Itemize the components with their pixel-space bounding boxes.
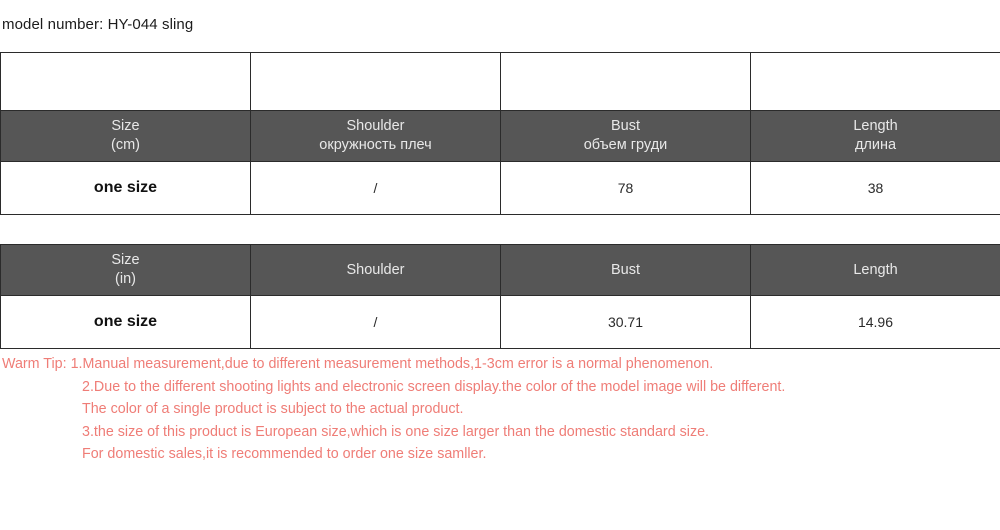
column-header-sub: (cm) (111, 137, 140, 153)
column-header-bust: Bust (500, 244, 751, 296)
column-header-main: Bust (610, 118, 640, 134)
column-header-length: Length (750, 244, 1000, 296)
warm-tip-line-4: 3.the size of this product is European s… (2, 421, 992, 444)
column-header-main: Size (111, 252, 140, 268)
cell-bust: 78 (500, 161, 751, 215)
model-number-label: model number: HY-044 sling (2, 16, 194, 33)
cell-shoulder: / (250, 161, 501, 215)
size-table-in: Size (in) Shoulder Bust Length one size … (0, 244, 1000, 349)
table-header-row: Size (in) Shoulder Bust Length (0, 244, 1000, 296)
size-chart-page: model number: HY-044 sling Size (cm) Sho… (0, 0, 1000, 530)
column-header-size: Size (cm) (0, 110, 251, 162)
size-table-cm: Size (cm) Shoulder окружность плеч Bust … (0, 52, 1000, 215)
blank-cell (500, 52, 751, 111)
warm-tip-block: Warm Tip: 1.Manual measurement,due to di… (2, 353, 992, 466)
column-header-sub: длина (854, 137, 897, 153)
warm-tip-line-3: The color of a single product is subject… (2, 398, 992, 421)
blank-cell (750, 52, 1000, 111)
column-header-main: Length (853, 118, 898, 134)
table-row: one size / 78 38 (0, 161, 1000, 215)
warm-tip-text: For domestic sales,it is recommended to … (82, 446, 487, 462)
warm-tip-line-5: For domestic sales,it is recommended to … (2, 443, 992, 466)
column-header-shoulder: Shoulder (250, 244, 501, 296)
column-header-sub: окружность плеч (319, 137, 432, 153)
blank-cell (250, 52, 501, 111)
table-header-row: Size (cm) Shoulder окружность плеч Bust … (0, 110, 1000, 162)
warm-tip-line-1: Warm Tip: 1.Manual measurement,due to di… (2, 353, 992, 376)
column-header-sub: объем груди (583, 137, 668, 153)
cell-size: one size (0, 295, 251, 349)
column-header-bust: Bust объем груди (500, 110, 751, 162)
column-header-main: Length (853, 261, 898, 278)
cell-bust: 30.71 (500, 295, 751, 349)
warm-tip-text: The color of a single product is subject… (82, 401, 464, 417)
cell-size: one size (0, 161, 251, 215)
cell-length: 14.96 (750, 295, 1000, 349)
column-header-length: Length длина (750, 110, 1000, 162)
table-row: one size / 30.71 14.96 (0, 295, 1000, 349)
cell-length: 38 (750, 161, 1000, 215)
column-header-main: Shoulder (346, 261, 405, 278)
column-header-main: Shoulder (346, 118, 405, 134)
table-blank-row (0, 52, 1000, 111)
warm-tip-text: 3.the size of this product is European s… (82, 423, 710, 440)
column-header-sub: (in) (115, 271, 136, 287)
cell-shoulder: / (250, 295, 501, 349)
warm-tip-text: 1.Manual measurement,due to different me… (70, 356, 714, 372)
warm-tip-text: 2.Due to the different shooting lights a… (82, 378, 786, 395)
blank-cell (0, 52, 251, 111)
column-header-main: Size (111, 118, 140, 134)
warm-tip-line-2: 2.Due to the different shooting lights a… (2, 376, 992, 399)
column-header-size: Size (in) (0, 244, 251, 296)
column-header-shoulder: Shoulder окружность плеч (250, 110, 501, 162)
column-header-main: Bust (610, 261, 640, 278)
warm-tip-label: Warm Tip: (2, 356, 67, 372)
